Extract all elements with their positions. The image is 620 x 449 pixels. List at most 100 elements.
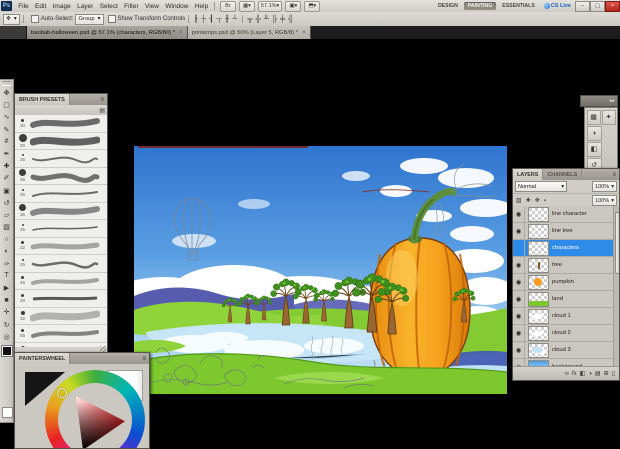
lock-pixels-icon[interactable]: ✚ xyxy=(525,197,532,204)
rectangular-marquee-tool[interactable]: ▢ xyxy=(1,99,12,111)
layer-row-pumpkin[interactable]: ◉ pumpkin xyxy=(513,274,619,291)
align-h-center-icon[interactable]: ┼ xyxy=(200,16,208,23)
distribute-top-icon[interactable]: ╦ xyxy=(246,16,254,23)
zoom-tool[interactable]: ◎ xyxy=(1,331,12,343)
layer-row-land[interactable]: ◉ land xyxy=(513,291,619,308)
pen-tool[interactable]: ✑ xyxy=(1,258,12,270)
foreground-color-swatch[interactable] xyxy=(0,344,13,357)
brush-preset[interactable]: 36 xyxy=(15,202,107,220)
visibility-eye-icon[interactable]: ◉ xyxy=(513,274,525,290)
new-group-icon[interactable]: ▤ xyxy=(595,370,601,377)
visibility-eye-icon[interactable]: ◉ xyxy=(513,308,525,324)
menu-layer[interactable]: Layer xyxy=(74,3,97,10)
menu-file[interactable]: File xyxy=(15,3,32,10)
align-bottom-icon[interactable]: ┴ xyxy=(231,16,239,23)
align-right-icon[interactable]: ┨ xyxy=(208,15,215,23)
brush-preset[interactable]: 32 xyxy=(15,307,107,325)
panel-menu-icon[interactable]: ≡ xyxy=(97,94,107,105)
brush-preset[interactable]: 45 xyxy=(15,272,107,290)
brush-preset[interactable]: 32 xyxy=(15,237,107,255)
arrange-documents-icon[interactable]: ▣ ▾ xyxy=(285,0,302,12)
type-tool[interactable]: T xyxy=(1,270,12,282)
brush-preset[interactable]: 36 xyxy=(15,167,107,185)
dock-collapse-button[interactable]: ◂◂ xyxy=(580,95,618,107)
document-canvas[interactable] xyxy=(134,146,507,394)
tab-painterswheel[interactable]: PAINTERSWHEEL xyxy=(15,353,71,364)
layer-thumbnail[interactable] xyxy=(528,206,549,222)
menu-window[interactable]: Window xyxy=(162,3,192,10)
auto-select-checkbox[interactable] xyxy=(30,15,39,23)
layer-row-tree[interactable]: ◉ tree xyxy=(513,257,619,274)
layer-thumbnail[interactable] xyxy=(528,274,549,290)
brush-preset[interactable]: 25 xyxy=(15,255,107,273)
distribute-left-icon[interactable]: ╠ xyxy=(270,16,278,23)
visibility-eye-icon[interactable]: ◉ xyxy=(513,206,525,222)
layer-row-cloud-1[interactable]: ◉ cloud 1 xyxy=(513,308,619,325)
eraser-tool[interactable]: ▱ xyxy=(1,209,12,221)
workspace-design-button[interactable]: DESIGN xyxy=(434,2,462,10)
tool-preset-picker[interactable]: ✥ ▾ xyxy=(3,13,20,25)
rectangle-tool[interactable]: ■ xyxy=(1,294,12,306)
styles-panel-icon[interactable]: ✦ xyxy=(601,109,616,125)
brush-preset[interactable]: 30 xyxy=(15,115,107,133)
layer-row-line-character[interactable]: ◉ line character xyxy=(513,206,619,223)
layer-thumbnail[interactable] xyxy=(528,325,549,341)
lasso-tool[interactable]: ∿ xyxy=(1,111,12,123)
distribute-v-center-icon[interactable]: ╬ xyxy=(254,16,262,23)
bridge-icon[interactable]: Br xyxy=(219,0,236,12)
delete-layer-icon[interactable]: ▯ xyxy=(612,370,615,377)
layer-row-line-tree[interactable]: ◉ line tree xyxy=(513,223,619,240)
align-v-center-icon[interactable]: ╂ xyxy=(223,15,230,23)
screen-mode-icon[interactable]: ⬒ ▾ xyxy=(304,0,321,12)
link-layers-icon[interactable]: ∞ xyxy=(565,371,569,377)
lock-all-icon[interactable]: ▪ xyxy=(543,198,547,204)
layer-row-cloud-3[interactable]: ◉ cloud 3 xyxy=(513,342,619,359)
brush-preset[interactable]: 55 xyxy=(15,325,107,343)
workspace-essentials-button[interactable]: ESSENTIALS xyxy=(498,2,539,10)
new-layer-icon[interactable]: ⊞ xyxy=(604,370,609,377)
align-left-icon[interactable]: ┠ xyxy=(192,15,199,23)
brush-preset[interactable]: 25 xyxy=(15,185,107,203)
visibility-eye-icon[interactable]: ◉ xyxy=(513,325,525,341)
tab-brush-presets[interactable]: BRUSH PRESETS xyxy=(15,94,70,105)
masks-panel-icon[interactable]: ◧ xyxy=(586,141,602,157)
layer-thumbnail[interactable] xyxy=(528,257,549,273)
blend-mode-dropdown[interactable]: Normal ▾ xyxy=(515,181,567,192)
panel-menu-icon[interactable]: ≡ xyxy=(139,353,149,364)
layer-thumbnail[interactable] xyxy=(528,308,549,324)
lock-transparent-icon[interactable]: ▨ xyxy=(515,197,523,204)
panel-options-icon[interactable]: ▤ xyxy=(99,107,105,114)
brush-preset[interactable]: 25 xyxy=(15,150,107,168)
dodge-tool[interactable]: ◐ xyxy=(1,245,12,257)
panel-menu-icon[interactable]: ≡ xyxy=(609,169,619,180)
gradient-tool[interactable]: ▨ xyxy=(1,221,12,233)
menu-edit[interactable]: Edit xyxy=(32,3,50,10)
menu-filter[interactable]: Filter xyxy=(121,3,142,10)
brush-tool[interactable]: ✐ xyxy=(1,172,12,184)
minimize-button[interactable]: – xyxy=(575,0,590,12)
cs-live-button[interactable]: CS Live xyxy=(543,3,571,9)
clone-stamp-tool[interactable]: ▣ xyxy=(1,185,12,197)
scrollbar[interactable] xyxy=(613,206,619,367)
document-tab-active[interactable]: baobab-halloween.psd @ 57.1% (characters… xyxy=(27,26,188,39)
document-tab-inactive[interactable]: printemps.psd @ 50% (Layer 5, RGB/8) * × xyxy=(187,26,311,39)
workspace-painting-button[interactable]: PAINTING xyxy=(463,2,497,10)
layer-row-characters[interactable]: characters xyxy=(513,240,619,257)
layer-thumbnail[interactable] xyxy=(528,291,549,307)
restore-button[interactable]: ▢ xyxy=(590,0,605,12)
rotate-view-tool[interactable]: ↻ xyxy=(1,319,12,331)
layer-thumbnail[interactable] xyxy=(528,223,549,239)
opacity-field[interactable]: 100% ▾ xyxy=(591,181,617,192)
close-tab-icon[interactable]: × xyxy=(179,30,183,36)
adjustment-layer-icon[interactable]: ◑ xyxy=(588,371,592,377)
distribute-h-center-icon[interactable]: ╪ xyxy=(279,16,287,23)
brush-preset[interactable]: 60 xyxy=(15,342,107,347)
visibility-eye-icon[interactable]: ◉ xyxy=(513,223,525,239)
layer-thumbnail[interactable] xyxy=(528,342,549,358)
layer-thumbnail[interactable] xyxy=(528,240,549,256)
tab-layers[interactable]: LAYERS xyxy=(513,169,544,180)
layer-style-icon[interactable]: fx xyxy=(572,371,577,377)
hand-tool[interactable]: ✛ xyxy=(1,306,12,318)
visibility-eye-icon[interactable] xyxy=(513,240,525,256)
auto-select-dropdown[interactable]: Group ▾ xyxy=(75,13,104,25)
